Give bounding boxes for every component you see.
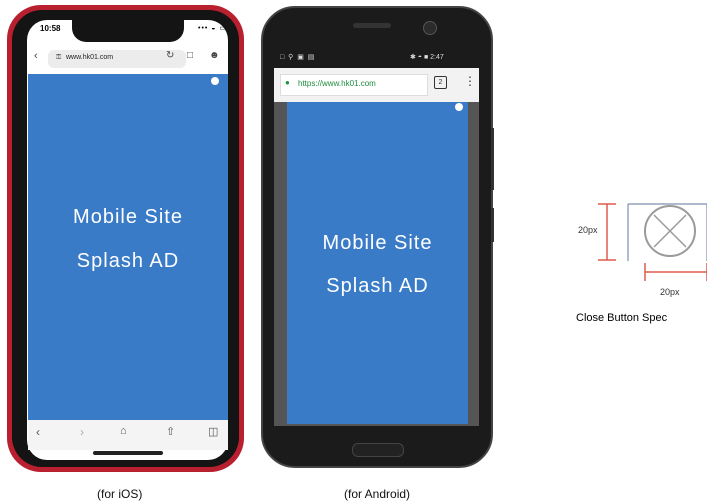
- bookmark-icon[interactable]: □: [187, 50, 193, 61]
- reload-icon[interactable]: ↻: [166, 50, 174, 61]
- ios-url-text: www.hk01.com: [66, 54, 114, 61]
- ios-caption: (for iOS): [97, 487, 143, 501]
- ios-status-time: 10:58: [40, 24, 61, 33]
- android-power-button: [491, 208, 494, 242]
- ios-bottom-toolbar: [28, 420, 228, 450]
- ios-status-icons: ••• ◒ ▭: [198, 25, 228, 32]
- ios-notch: [72, 20, 184, 42]
- android-volume-button: [491, 128, 494, 190]
- android-status-right: ✱ ◓ ■ 2:47: [410, 54, 444, 61]
- ios-home-indicator: [93, 451, 163, 455]
- tabs-icon[interactable]: ◫: [208, 425, 218, 438]
- android-camera: [423, 21, 437, 35]
- share-icon[interactable]: ⇧: [166, 425, 175, 438]
- overflow-menu-icon[interactable]: ⋮: [464, 74, 476, 88]
- android-url-text: https://www.hk01.com: [298, 79, 376, 88]
- spec-title: Close Button Spec: [576, 312, 668, 324]
- close-button-spec-diagram: [598, 203, 707, 281]
- ios-ad-line1: Mobile Site: [73, 206, 183, 228]
- ios-ad-close-button[interactable]: [211, 77, 219, 85]
- android-ad-line1: Mobile Site: [322, 232, 433, 254]
- ios-splash-ad[interactable]: Mobile Site Splash AD: [28, 74, 228, 420]
- ios-toolbar-back-icon[interactable]: ‹: [36, 425, 40, 439]
- close-icon: [644, 205, 696, 257]
- ios-toolbar-forward-icon[interactable]: ›: [80, 425, 84, 439]
- android-status-left-icons: □ ⚲ ▣ ▤: [280, 54, 316, 61]
- spec-height-label: 20px: [578, 225, 598, 235]
- android-speaker: [353, 23, 391, 28]
- home-icon[interactable]: ⌂: [120, 425, 127, 437]
- lock-icon: ●: [285, 78, 290, 87]
- android-ad-line2: Splash AD: [326, 275, 429, 297]
- spec-width-label: 20px: [660, 287, 680, 297]
- ios-back-icon[interactable]: ‹: [34, 50, 38, 62]
- tab-switcher-icon[interactable]: 2: [434, 76, 447, 89]
- account-icon[interactable]: ☻: [209, 50, 220, 61]
- ios-ad-line2: Splash AD: [76, 250, 180, 272]
- android-caption: (for Android): [344, 487, 411, 501]
- android-home-button: [352, 443, 404, 457]
- android-ad-close-button[interactable]: [455, 103, 463, 111]
- android-splash-ad[interactable]: Mobile Site Splash AD: [287, 102, 468, 424]
- lock-icon: ⚿: [56, 54, 62, 61]
